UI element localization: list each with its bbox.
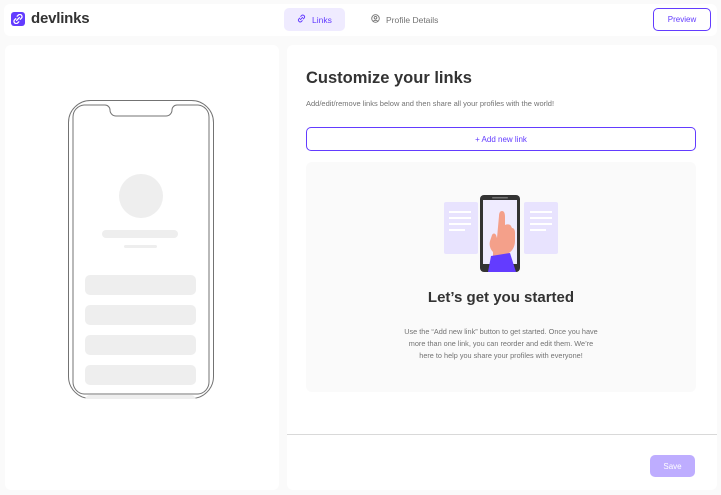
link-icon: [297, 14, 306, 25]
link-placeholder: [85, 335, 196, 355]
preview-button[interactable]: Preview: [653, 8, 711, 31]
phone-mockup: [68, 100, 214, 399]
email-placeholder: [124, 245, 157, 248]
empty-state: Let’s get you started Use the “Add new l…: [306, 162, 696, 392]
add-new-link-button[interactable]: + Add new link: [306, 127, 696, 151]
save-button[interactable]: Save: [650, 455, 695, 477]
phone-preview-panel: [5, 45, 279, 490]
link-placeholder: [85, 275, 196, 295]
devlinks-logo-icon: [11, 12, 25, 26]
tab-links[interactable]: Links: [284, 8, 345, 31]
logo[interactable]: devlinks: [11, 10, 90, 27]
links-editor-panel: Customize your links Add/edit/remove lin…: [287, 45, 717, 490]
top-nav: devlinks Links Profile Details Preview: [4, 4, 717, 36]
empty-state-description: Use the “Add new link” button to get sta…: [404, 327, 598, 360]
avatar-placeholder: [119, 174, 163, 218]
link-placeholder: [85, 365, 196, 385]
page-subtitle: Add/edit/remove links below and then sha…: [306, 99, 555, 108]
link-placeholder: [85, 305, 196, 325]
phone-hand-illustration: [444, 195, 558, 272]
logo-text: devlinks: [31, 10, 90, 27]
tab-links-label: Links: [312, 14, 332, 25]
tab-profile-details[interactable]: Profile Details: [358, 8, 451, 31]
tab-profile-label: Profile Details: [386, 14, 439, 25]
empty-state-title: Let’s get you started: [427, 289, 575, 306]
user-circle-icon: [371, 14, 380, 25]
name-placeholder: [102, 230, 178, 238]
page-title: Customize your links: [306, 69, 472, 87]
footer-divider: [287, 434, 717, 435]
link-placeholder: [85, 395, 196, 399]
